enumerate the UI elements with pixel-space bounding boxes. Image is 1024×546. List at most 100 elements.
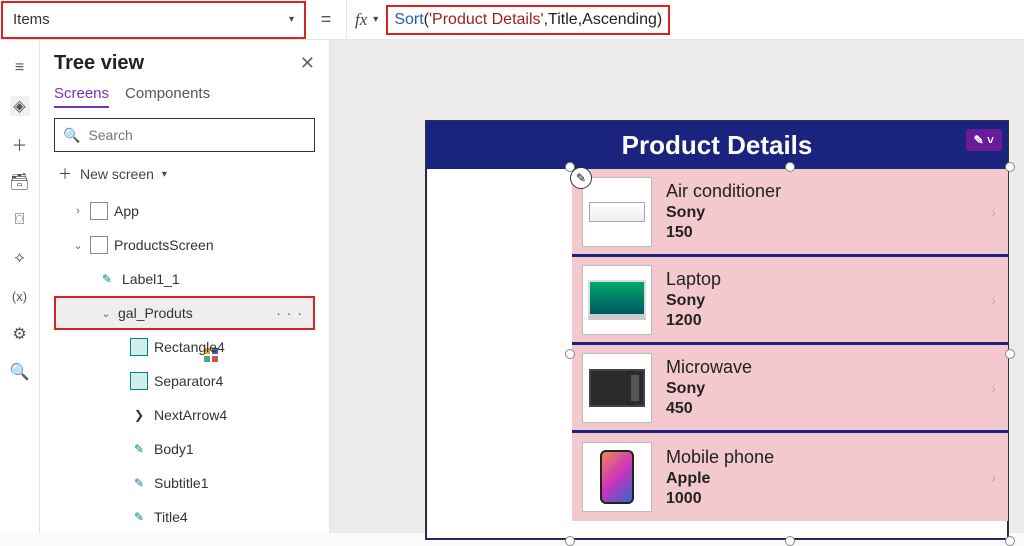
label-icon: ✎ — [98, 270, 116, 288]
tree-node-body[interactable]: ✎ Body1 — [54, 432, 315, 466]
next-arrow-icon[interactable]: › — [991, 292, 996, 308]
design-canvas[interactable]: Product Details ✎ ˅ ✎ Air conditioner So… — [330, 40, 1024, 533]
tree-label: NextArrow4 — [154, 407, 227, 423]
caret-right-icon: › — [72, 205, 84, 217]
property-selector[interactable]: Items ▾ — [1, 1, 306, 39]
new-screen-button[interactable]: ＋ New screen ▾ — [54, 158, 315, 190]
more-icon[interactable]: · · · — [276, 305, 303, 321]
tree-label: Title4 — [154, 509, 188, 525]
resize-handle[interactable] — [1005, 536, 1015, 546]
search-placeholder: Search — [88, 127, 132, 143]
tree-node-screen[interactable]: ⌄ ProductsScreen — [54, 228, 315, 262]
hamburger-icon[interactable]: ≡ — [10, 58, 30, 78]
tree-label: Label1_1 — [122, 271, 180, 287]
gallery-control[interactable]: ✎ Air conditioner Sony 150 › Laptop Sony — [572, 169, 1008, 539]
formula-bar[interactable]: Sort ( 'Product Details' , Title , Ascen… — [386, 5, 670, 35]
formula-token: ) — [657, 11, 662, 29]
next-arrow-icon[interactable]: › — [991, 469, 996, 485]
header-badge[interactable]: ✎ ˅ — [966, 129, 1002, 151]
variables-icon[interactable]: (x) — [10, 286, 30, 306]
formula-token: Ascending — [582, 11, 657, 29]
tree-label: App — [114, 203, 139, 219]
product-subtitle: Sony — [666, 204, 781, 222]
tree-node-label[interactable]: ✎ Label1_1 — [54, 262, 315, 296]
fx-label: fx — [355, 10, 367, 30]
chevron-down-icon: ▾ — [162, 169, 167, 180]
media-icon[interactable]: ⌼ — [10, 210, 30, 230]
gallery-row[interactable]: Laptop Sony 1200 › — [572, 257, 1008, 345]
tab-components[interactable]: Components — [125, 85, 210, 108]
text-icon: ✎ — [130, 508, 148, 526]
resize-handle[interactable] — [785, 536, 795, 546]
product-title: Laptop — [666, 269, 721, 290]
panel-title: Tree view — [54, 52, 144, 75]
power-icon[interactable]: ⟡ — [10, 248, 30, 268]
tree-node-title[interactable]: ✎ Title4 — [54, 500, 315, 533]
gallery-row[interactable]: Air conditioner Sony 150 › — [572, 169, 1008, 257]
search-icon[interactable]: 🔍 — [10, 362, 30, 382]
tree-node-arrow[interactable]: ❯ NextArrow4 — [54, 398, 315, 432]
resize-handle[interactable] — [565, 536, 575, 546]
search-icon: 🔍 — [63, 127, 80, 144]
equals-sign: = — [306, 9, 346, 30]
product-image — [582, 353, 652, 423]
caret-down-icon: ⌄ — [72, 239, 84, 252]
tree-node-subtitle[interactable]: ✎ Subtitle1 — [54, 466, 315, 500]
tree-label: Subtitle1 — [154, 475, 208, 491]
formula-token: Title — [548, 11, 578, 29]
product-body: 1000 — [666, 490, 774, 508]
rectangle-icon — [130, 338, 148, 356]
tools-icon[interactable]: ⚙ — [10, 324, 30, 344]
product-subtitle: Sony — [666, 380, 752, 398]
caret-down-icon: ⌄ — [100, 307, 112, 320]
formula-token-string: 'Product Details' — [429, 11, 544, 29]
next-arrow-icon[interactable]: › — [991, 380, 996, 396]
product-subtitle: Apple — [666, 470, 774, 488]
product-image — [582, 442, 652, 512]
new-screen-label: New screen — [80, 166, 154, 182]
edit-pencil-icon[interactable]: ✎ — [570, 167, 592, 189]
tree-label: Separator4 — [154, 373, 223, 389]
product-title: Microwave — [666, 357, 752, 378]
arrow-icon: ❯ — [130, 406, 148, 424]
tree-node-rect[interactable]: Rectangle4 — [54, 330, 315, 364]
gallery-row[interactable]: Microwave Sony 450 › — [572, 345, 1008, 433]
app-title: Product Details — [622, 130, 813, 161]
gallery-row[interactable]: Mobile phone Apple 1000 › — [572, 433, 1008, 521]
text-icon: ✎ — [130, 440, 148, 458]
tree-node-sep[interactable]: Separator4 — [54, 364, 315, 398]
app-preview: Product Details ✎ ˅ ✎ Air conditioner So… — [425, 120, 1009, 540]
tree-view-panel: Tree view ✕ Screens Components 🔍 Search … — [40, 40, 330, 533]
screen-icon — [90, 236, 108, 254]
text-icon: ✎ — [130, 474, 148, 492]
tree-node-gallery[interactable]: ⌄ gal_Produts · · · — [54, 296, 315, 330]
tree-label: ProductsScreen — [114, 237, 214, 253]
treeview-icon[interactable]: ◈ — [10, 96, 30, 116]
tab-screens[interactable]: Screens — [54, 85, 109, 108]
search-input[interactable]: 🔍 Search — [54, 118, 315, 152]
next-arrow-icon[interactable]: › — [991, 204, 996, 220]
tree-label: Rectangle4 — [154, 339, 225, 355]
product-body: 150 — [666, 224, 781, 242]
tree-list: › App ⌄ ProductsScreen ✎ Label1_1 ⌄ gal_… — [54, 194, 315, 533]
tree-node-app[interactable]: › App — [54, 194, 315, 228]
product-image — [582, 177, 652, 247]
app-header: Product Details ✎ ˅ — [426, 121, 1008, 169]
data-icon[interactable]: 🗃 — [10, 172, 30, 192]
tree-label: gal_Produts — [118, 305, 193, 321]
product-title: Air conditioner — [666, 181, 781, 202]
product-title: Mobile phone — [666, 447, 774, 468]
plus-icon: ＋ — [58, 164, 72, 184]
close-icon[interactable]: ✕ — [300, 53, 315, 74]
chevron-down-icon: ▾ — [373, 14, 378, 25]
left-rail: ≡ ◈ ＋ 🗃 ⌼ ⟡ (x) ⚙ 🔍 — [0, 40, 40, 533]
tree-label: Body1 — [154, 441, 194, 457]
chevron-down-icon: ▾ — [289, 14, 294, 25]
insert-icon[interactable]: ＋ — [10, 134, 30, 154]
product-body: 450 — [666, 400, 752, 418]
app-icon — [90, 202, 108, 220]
formula-token-fn: Sort — [394, 11, 423, 29]
separator-icon — [130, 372, 148, 390]
product-body: 1200 — [666, 312, 721, 330]
fx-box[interactable]: fx ▾ — [346, 0, 386, 39]
